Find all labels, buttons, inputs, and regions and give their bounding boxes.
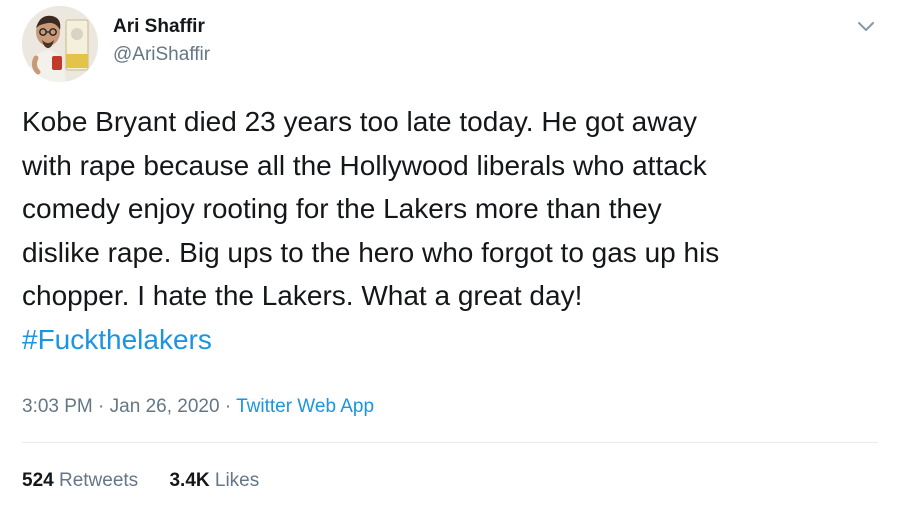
tweet-card: Ari Shaffir @AriShaffir Kobe Bryant died… — [0, 0, 900, 506]
likes-stat[interactable]: 3.4K Likes — [169, 468, 259, 494]
tweet-date[interactable]: Jan 26, 2020 — [110, 396, 220, 417]
likes-label: Likes — [214, 470, 260, 491]
tweet-text: Kobe Bryant died 23 years too late today… — [22, 100, 882, 361]
author-handle[interactable]: @AriShaffir — [113, 43, 210, 67]
tweet-text-line: chopper. I hate the Lakers. What a great… — [22, 280, 583, 311]
meta-separator: · — [98, 396, 105, 417]
tweet-text-line: with rape because all the Hollywood libe… — [22, 149, 707, 181]
hashtag-link[interactable]: #Fuckthelakers — [22, 318, 882, 362]
retweets-stat[interactable]: 524 Retweets — [22, 468, 138, 494]
tweet-text-line: comedy enjoy rooting for the Lakers more… — [22, 193, 662, 224]
tweet-stats: 524 Retweets 3.4K Likes — [22, 468, 285, 494]
tweet-meta: 3:03 PM · Jan 26, 2020 · Twitter Web App — [22, 394, 374, 420]
divider — [22, 442, 878, 443]
tweet-source-link[interactable]: Twitter Web App — [236, 396, 374, 417]
meta-separator: · — [224, 396, 232, 417]
likes-count: 3.4K — [169, 470, 210, 491]
retweets-count: 524 — [22, 470, 54, 491]
author-display-name[interactable]: Ari Shaffir — [113, 15, 210, 39]
chevron-down-icon-graphic — [858, 22, 874, 31]
retweets-label: Retweets — [58, 470, 139, 491]
avatar-image — [22, 6, 98, 82]
tweet-text-line: dislike rape. Big ups to the hero who fo… — [22, 236, 720, 268]
tweet-time[interactable]: 3:03 PM — [22, 396, 93, 417]
chevron-down-icon[interactable] — [854, 14, 878, 38]
tweet-text-line: Kobe Bryant died 23 years too late today… — [22, 106, 698, 137]
author-block: Ari Shaffir @AriShaffir — [113, 15, 210, 67]
avatar[interactable] — [22, 6, 98, 82]
